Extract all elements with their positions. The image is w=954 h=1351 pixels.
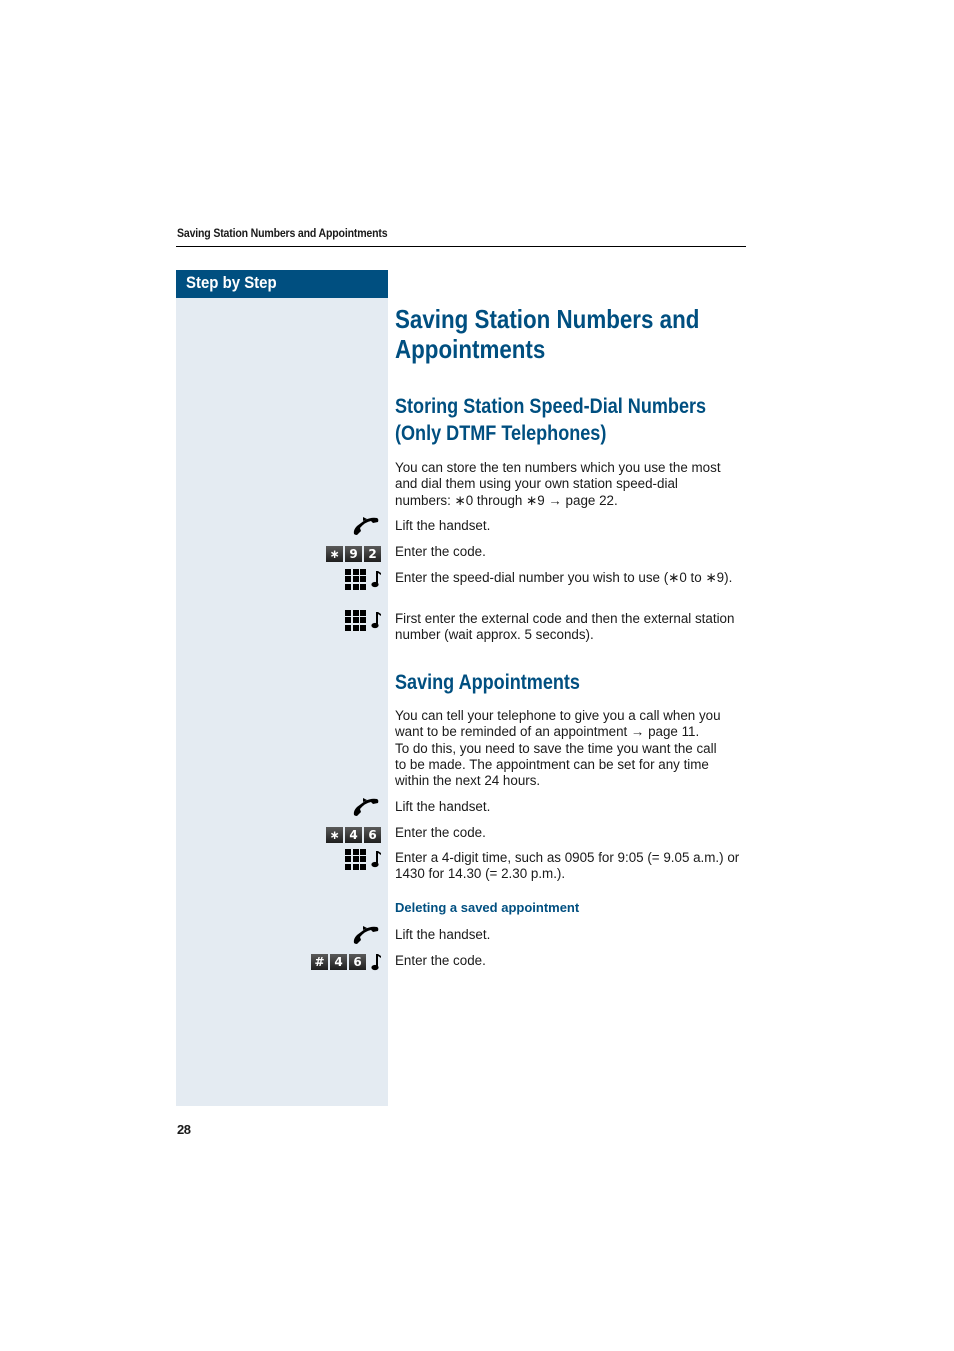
step-text: Enter the code. — [395, 825, 486, 840]
sidebar-title: Step by Step — [186, 273, 277, 292]
key-4: 4 — [345, 827, 362, 843]
intro-line: and dial them using your own station spe… — [395, 476, 678, 492]
subheading-delete: Deleting a saved appointment — [395, 900, 580, 915]
key-star: ∗ — [326, 546, 343, 562]
step-sidebar — [176, 298, 388, 1106]
step-text: Enter the code. — [395, 953, 486, 968]
running-header: Saving Station Numbers and Appointments — [177, 226, 388, 240]
step-text: Enter a 4-digit time, such as 0905 for 9… — [395, 850, 740, 882]
page-title: Saving Station Numbers and Appointments — [395, 304, 739, 364]
section-heading-line-2: (Only DTMF Telephones) — [395, 422, 607, 445]
speed-dial-intro: You can store the ten numbers which you … — [395, 460, 747, 509]
key-4: 4 — [330, 954, 347, 970]
handset-icon — [351, 925, 381, 944]
appointments-intro: You can tell your telephone to give you … — [395, 708, 747, 789]
page-title-line-2: Appointments — [395, 334, 546, 364]
intro-line: numbers: ∗0 through ∗9 → page 22. — [395, 492, 618, 508]
page-number: 28 — [177, 1122, 191, 1137]
key-sequence: ∗ 9 2 — [326, 545, 381, 563]
keypad-tone-icon — [345, 609, 381, 631]
key-6: 6 — [364, 827, 381, 843]
step-text: Enter the speed-dial number you wish to … — [395, 570, 733, 585]
intro-line: You can store the ten numbers which you … — [395, 460, 721, 475]
key-2: 2 — [364, 546, 381, 562]
key-star: ∗ — [326, 827, 343, 843]
step-text: Lift the handset. — [395, 799, 491, 814]
keypad-icon — [345, 568, 366, 590]
sidebar-header: Step by Step — [176, 270, 388, 298]
intro-line: to be made. The appointment can be set f… — [395, 756, 709, 772]
key-sequence: ∗ 4 6 — [326, 826, 381, 844]
key-6: 6 — [349, 954, 366, 970]
page-title-line-1: Saving Station Numbers and — [395, 304, 700, 334]
step-text: First enter the external code and then t… — [395, 611, 735, 643]
keypad-icon — [345, 848, 366, 870]
intro-line: want to be reminded of an appointment → … — [395, 724, 700, 740]
tone-icon — [371, 571, 381, 588]
key-hash: # — [311, 954, 328, 970]
intro-line: To do this, you need to save the time yo… — [395, 740, 717, 756]
tone-icon — [371, 954, 381, 971]
keypad-tone-icon — [345, 568, 381, 590]
step-text: Lift the handset. — [395, 927, 491, 942]
section-heading-speed-dial: Storing Station Speed-Dial Numbers (Only… — [395, 393, 756, 447]
handset-icon — [351, 797, 381, 816]
section-heading-appointments: Saving Appointments — [395, 671, 580, 694]
keypad-tone-icon — [345, 848, 381, 870]
step-text: Lift the handset. — [395, 518, 491, 533]
section-heading-line-1: Storing Station Speed-Dial Numbers — [395, 395, 707, 418]
intro-line: You can tell your telephone to give you … — [395, 708, 721, 723]
step-text: Enter the code. — [395, 544, 486, 559]
tone-icon — [371, 851, 381, 868]
key-sequence-tone: # 4 6 — [311, 953, 381, 971]
handset-icon — [351, 516, 381, 535]
tone-icon — [371, 612, 381, 629]
keypad-icon — [345, 609, 366, 631]
key-9: 9 — [345, 546, 362, 562]
header-rule — [176, 246, 746, 247]
intro-line: within the next 24 hours. — [395, 773, 541, 789]
